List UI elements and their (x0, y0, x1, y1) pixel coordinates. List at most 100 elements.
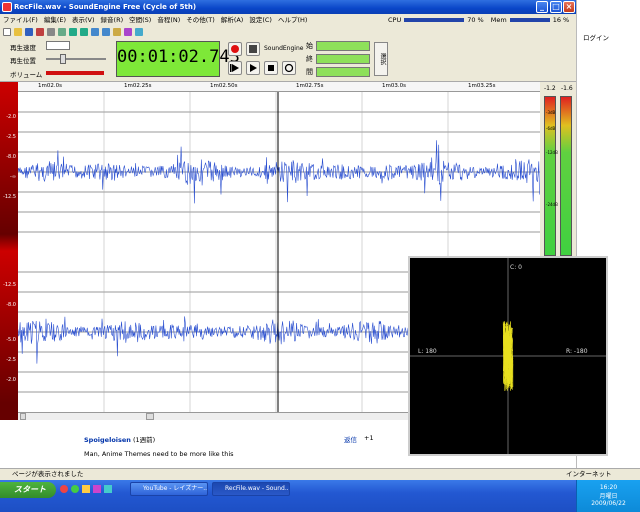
media-icon[interactable] (71, 485, 79, 493)
zoom-in-icon[interactable] (91, 28, 99, 36)
volume-bar[interactable] (46, 71, 104, 75)
folder-icon[interactable] (82, 485, 90, 493)
play-button[interactable] (228, 61, 242, 75)
scope-top-label: C: 0 (510, 264, 522, 271)
open-folder-icon[interactable] (14, 28, 22, 36)
db-label: -∞ (10, 174, 16, 180)
control-panel: 再生速度 再生位置 ボリューム 00:01:02.743 SoundEngine… (0, 38, 576, 82)
taskbar: スタート YouTube - レイズナー... RecFile.wav - So… (0, 480, 640, 512)
save-icon[interactable] (25, 28, 33, 36)
length-label: 間 (306, 68, 313, 76)
menu-pitch[interactable]: 音程(N) (157, 14, 180, 26)
position-slider-thumb[interactable] (60, 54, 66, 64)
time-tick: 1m02.50s (210, 83, 238, 89)
undo-icon[interactable] (69, 28, 77, 36)
meter-mark: -6dB (546, 126, 556, 131)
position-slider-track[interactable] (46, 58, 106, 60)
menu-view[interactable]: 表示(V) (72, 14, 95, 26)
zoom-out-icon[interactable] (102, 28, 110, 36)
record-button[interactable] (228, 42, 242, 56)
menu-file[interactable]: ファイル(F) (3, 14, 38, 26)
cpu-monitor: CPU 70 % Mem 16 % (388, 14, 569, 26)
menu-help[interactable]: ヘルプ(H) (278, 14, 307, 26)
scope-right-label: R: -180 (566, 348, 588, 355)
title-bar: RecFile.wav - SoundEngine Free (Cycle of… (0, 0, 576, 14)
status-text: ページが表示されました (12, 470, 84, 478)
right-level-meter (560, 96, 572, 256)
position-label: 再生位置 (10, 57, 36, 65)
length-field[interactable] (316, 67, 370, 77)
comment-user[interactable]: Spoigeloisen (84, 436, 131, 444)
mem-label: Mem (490, 16, 507, 24)
maximize-button[interactable]: □ (550, 1, 562, 13)
quick-launch (60, 485, 120, 495)
start-label: 始 (306, 42, 313, 50)
record-mode-button[interactable] (246, 42, 260, 56)
comment-score: +1 (364, 434, 374, 442)
time-tick: 1m02.25s (124, 83, 152, 89)
close-button[interactable]: × (563, 1, 575, 13)
system-tray: 16:20 月曜日 2009/06/22 (576, 480, 640, 512)
meter-mark: -24dB (546, 202, 558, 207)
menu-other[interactable]: その他(T) (186, 14, 215, 26)
app-icon[interactable] (93, 485, 101, 493)
time-tick: 1m03.25s (468, 83, 496, 89)
db-label: -2.5 (6, 134, 16, 140)
new-file-icon[interactable] (3, 28, 11, 36)
app-icon (2, 2, 12, 12)
paste-icon[interactable] (58, 28, 66, 36)
status-zone: インターネット (566, 470, 612, 478)
app-icon[interactable] (104, 485, 112, 493)
time-tick: 1m02.0s (38, 83, 62, 89)
task-youtube[interactable]: YouTube - レイズナー... (130, 482, 208, 496)
start-button[interactable]: スタート (0, 482, 56, 498)
browser-icon[interactable] (60, 485, 68, 493)
comment: Spoigeloisen (1週前) 返信 +1 Man, Anime Them… (84, 434, 404, 458)
menu-analysis[interactable]: 解析(A) (221, 14, 244, 26)
db-label: -5.0 (6, 337, 16, 343)
copy-icon[interactable] (47, 28, 55, 36)
status-bar: ページが表示されました インターネット (0, 468, 640, 480)
left-level-value: -1.2 (544, 85, 556, 92)
loop-icon[interactable] (282, 61, 296, 75)
help-icon[interactable] (135, 28, 143, 36)
mem-percent: 16 % (552, 16, 570, 24)
scroll-thumb[interactable] (146, 413, 154, 420)
end-field[interactable] (316, 54, 370, 64)
scroll-left-arrow[interactable] (20, 413, 26, 420)
menu-settings[interactable]: 設定(C) (249, 14, 272, 26)
task-soundengine[interactable]: RecFile.wav - Sound... (212, 482, 290, 496)
stop-button[interactable] (264, 61, 278, 75)
cpu-label: CPU (388, 16, 402, 24)
menu-record[interactable]: 録音(R) (101, 14, 124, 26)
comment-age: (1週前) (133, 436, 156, 444)
volume-label: ボリューム (10, 71, 43, 79)
stereo-scope: C: 0 L: 180 R: -180 (408, 256, 608, 456)
select-button[interactable]: 選択 (374, 42, 388, 76)
mem-bar (509, 18, 550, 22)
effect-icon[interactable] (113, 28, 121, 36)
menu-edit[interactable]: 編集(E) (44, 14, 66, 26)
db-label: -12.5 (3, 194, 16, 200)
cpu-bar (404, 18, 465, 22)
scope-left-label: L: 180 (418, 348, 437, 355)
meter-mark: -3dB (546, 110, 556, 115)
timeline-ruler[interactable]: 1m02.0s 1m02.25s 1m02.50s 1m02.75s 1m03.… (18, 82, 540, 92)
minimize-button[interactable]: _ (536, 1, 548, 13)
time-tick: 1m03.0s (382, 83, 406, 89)
reply-link[interactable]: 返信 (344, 434, 357, 444)
clock-day: 月曜日 (599, 493, 618, 500)
db-label: -12.5 (3, 282, 16, 288)
end-label: 終 (306, 55, 313, 63)
scope-graph (410, 258, 606, 454)
menu-space[interactable]: 空間(S) (129, 14, 151, 26)
time-tick: 1m02.75s (296, 83, 324, 89)
speed-select[interactable] (46, 41, 70, 50)
engine-label: SoundEngine (264, 45, 304, 52)
play-icon[interactable] (246, 61, 260, 75)
cut-icon[interactable] (36, 28, 44, 36)
start-field[interactable] (316, 41, 370, 51)
login-link[interactable]: ログイン (583, 32, 609, 42)
analyze-icon[interactable] (124, 28, 132, 36)
redo-icon[interactable] (80, 28, 88, 36)
